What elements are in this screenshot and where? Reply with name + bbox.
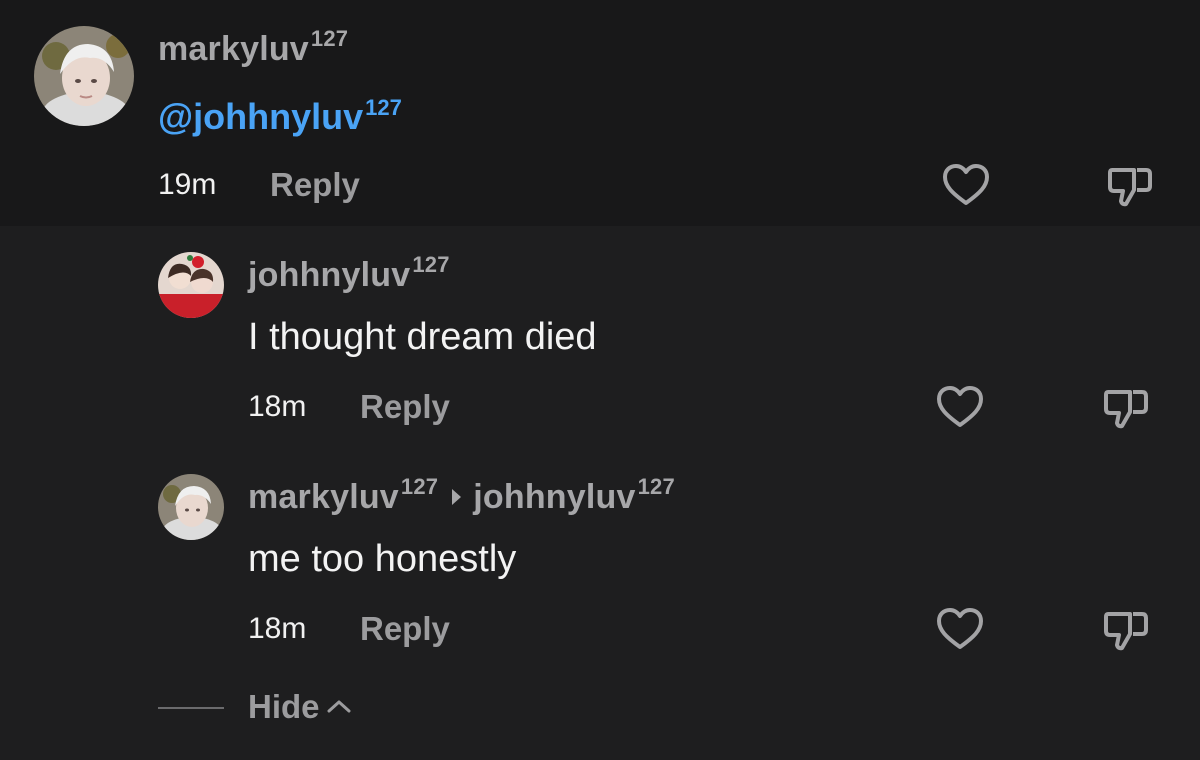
hide-replies-button[interactable]: Hide	[248, 688, 352, 726]
reply-button[interactable]: Reply	[360, 388, 450, 426]
comment-timestamp: 18m	[248, 612, 307, 645]
avatar[interactable]	[158, 252, 224, 318]
username-superscript: 127	[400, 474, 439, 499]
comment-text: me too honestly	[248, 538, 517, 580]
reply-to-superscript: 127	[637, 474, 675, 499]
thumbs-down-icon	[1108, 168, 1152, 207]
username-text: johhnyluv	[248, 256, 411, 294]
thumbs-down-icon	[1104, 612, 1148, 651]
username-superscript: 127	[310, 26, 349, 51]
comment-username[interactable]: markyluv127 johhnyluv127	[248, 474, 675, 517]
avatar[interactable]	[34, 26, 134, 126]
thumbs-down-icon	[1104, 390, 1148, 429]
reply-button[interactable]: Reply	[270, 166, 360, 204]
comment-username[interactable]: markyluv127	[158, 26, 348, 69]
mention-link[interactable]: @johhnyluv127	[158, 95, 402, 138]
like-button[interactable]	[934, 604, 986, 656]
divider-line	[158, 707, 224, 709]
heart-icon	[937, 608, 983, 649]
dislike-button[interactable]	[1100, 382, 1152, 434]
username-text: markyluv	[158, 30, 309, 68]
comment-text: I thought dream died	[248, 316, 597, 358]
reply-button[interactable]: Reply	[360, 610, 450, 648]
like-button[interactable]	[940, 160, 992, 212]
reply-to-user[interactable]: johhnyluv127	[452, 474, 675, 517]
comment-timestamp: 18m	[248, 390, 307, 423]
comment-timestamp: 19m	[158, 168, 217, 201]
avatar-image	[34, 26, 134, 126]
mention-superscript: 127	[365, 95, 402, 120]
heart-icon	[937, 386, 983, 427]
comment-username[interactable]: johhnyluv127	[248, 252, 450, 295]
caret-right-icon	[452, 489, 462, 505]
reply-to-username: johhnyluv	[473, 478, 636, 516]
mention-text: @johhnyluv	[158, 96, 364, 137]
username-text: markyluv	[248, 478, 399, 516]
dislike-button[interactable]	[1104, 160, 1156, 212]
avatar-image	[158, 474, 224, 540]
avatar-image	[158, 252, 224, 318]
hide-label: Hide	[248, 688, 320, 725]
chevron-up-icon	[326, 684, 352, 722]
dislike-button[interactable]	[1100, 604, 1152, 656]
avatar[interactable]	[158, 474, 224, 540]
like-button[interactable]	[934, 382, 986, 434]
username-superscript: 127	[412, 252, 450, 277]
heart-icon	[943, 164, 989, 205]
